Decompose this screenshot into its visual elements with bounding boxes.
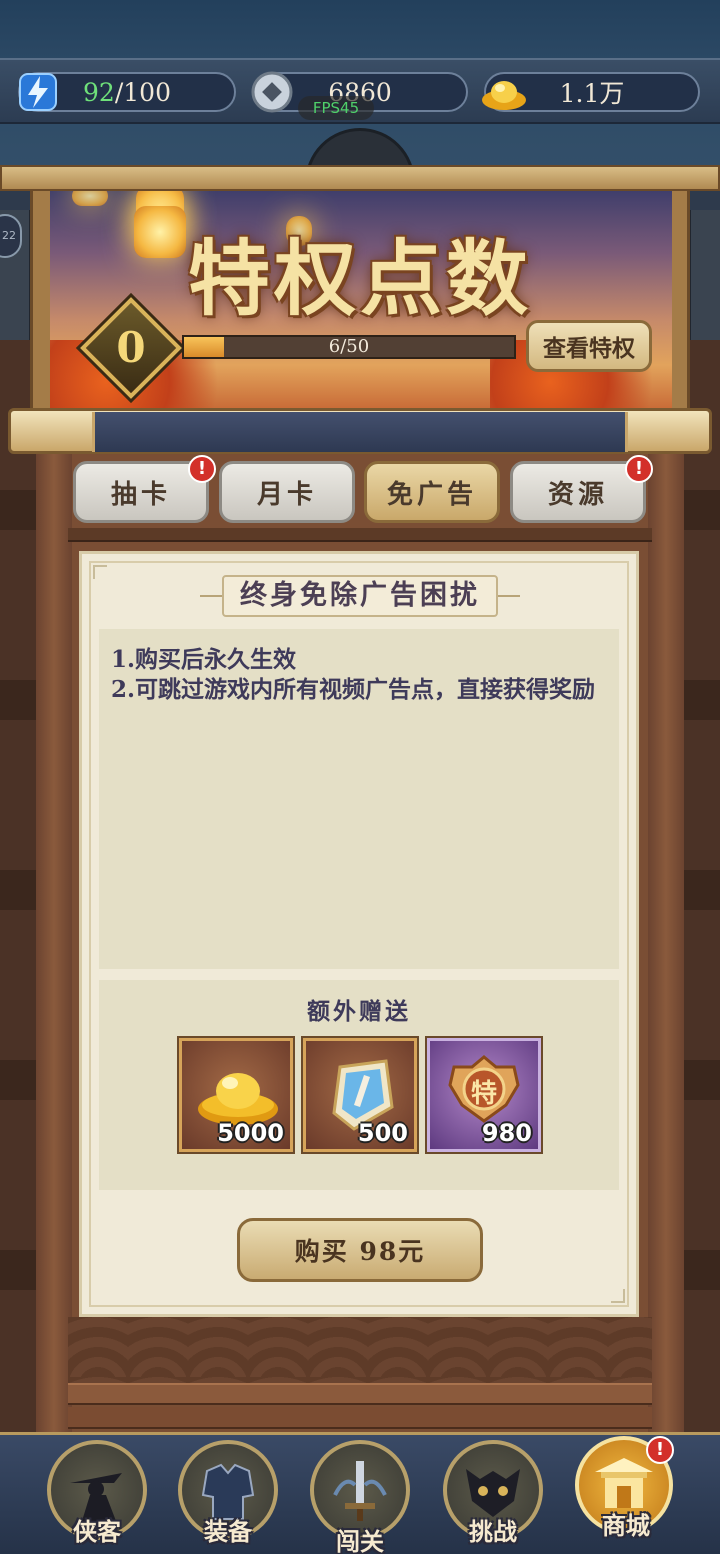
tab-alert-badge: ! bbox=[625, 455, 653, 483]
view-privilege-button[interactable]: 查看特权 bbox=[526, 320, 652, 372]
nav-label: 装备 bbox=[204, 1517, 252, 1546]
bonus-gift-title: 额外赠送 bbox=[307, 998, 411, 1025]
nav-label: 侠客 bbox=[73, 1517, 121, 1546]
section-title: 终身免除广告困扰 bbox=[222, 575, 498, 617]
gold-display[interactable]: 1.1万 bbox=[482, 72, 700, 112]
lightning-icon bbox=[14, 68, 62, 116]
gift-item-privilege[interactable]: 特 980 bbox=[427, 1038, 541, 1152]
tab-alert-badge: ! bbox=[188, 455, 216, 483]
tab-label: 月卡 bbox=[256, 479, 317, 510]
privilege-progress-bar: 6/50 bbox=[182, 335, 516, 359]
nav-label: 闯关 bbox=[336, 1527, 384, 1554]
description-line: 2.可跳过游戏内所有视频广告点，直接获得奖励 bbox=[111, 676, 596, 703]
privilege-medal-icon: 特 bbox=[444, 1055, 524, 1127]
gift-quantity: 5000 bbox=[217, 1119, 284, 1147]
right-wall bbox=[680, 340, 720, 1440]
tab-label: 抽卡 bbox=[110, 479, 171, 510]
corner-ornament bbox=[93, 565, 107, 579]
medal-glyph: 特 bbox=[470, 1079, 497, 1109]
gate-lintel bbox=[0, 165, 720, 191]
right-pillar bbox=[648, 420, 684, 1440]
copper-coin-icon bbox=[248, 68, 296, 116]
stamina-max: /100 bbox=[114, 77, 171, 107]
stamina-current: 92 bbox=[83, 77, 115, 107]
tab-no-ads[interactable]: 免广告 bbox=[364, 461, 500, 523]
tab-monthly-card[interactable]: 月卡 bbox=[219, 461, 355, 523]
nav-alert-badge: ! bbox=[646, 1436, 674, 1464]
wave-pattern bbox=[68, 1317, 652, 1383]
left-wall bbox=[0, 340, 40, 1440]
offer-description: 1.购买后永久生效 2.可跳过游戏内所有视频广告点，直接获得奖励 bbox=[99, 629, 619, 969]
stamina-display[interactable]: 92/100 bbox=[18, 72, 236, 112]
gift-item-gold[interactable]: 5000 bbox=[179, 1038, 293, 1152]
gold-ingot-icon bbox=[480, 68, 528, 116]
gold-amount: 1.1万 bbox=[559, 79, 625, 108]
corner-ornament bbox=[611, 1289, 625, 1303]
nav-label: 商城 bbox=[602, 1511, 650, 1540]
sword-icon bbox=[333, 1461, 387, 1521]
tab-label: 免广告 bbox=[386, 479, 477, 510]
tab-label: 资源 bbox=[547, 479, 608, 510]
buy-button[interactable]: 购买 98元 bbox=[237, 1218, 483, 1282]
tab-shelf bbox=[68, 528, 652, 542]
fps-counter: FPS45 bbox=[298, 96, 374, 120]
gift-quantity: 500 bbox=[357, 1119, 408, 1147]
description-line: 1.购买后永久生效 bbox=[111, 646, 297, 673]
gift-item-token[interactable]: 500 bbox=[303, 1038, 417, 1152]
scroll-inner bbox=[92, 412, 628, 452]
gift-quantity: 980 bbox=[481, 1119, 532, 1147]
progress-text: 6/50 bbox=[328, 336, 370, 357]
privilege-level-value: 0 bbox=[116, 323, 146, 372]
wood-shelf bbox=[68, 1407, 652, 1429]
left-pillar bbox=[36, 420, 72, 1440]
nav-label: 挑战 bbox=[469, 1517, 517, 1546]
wood-shelf bbox=[68, 1383, 652, 1405]
